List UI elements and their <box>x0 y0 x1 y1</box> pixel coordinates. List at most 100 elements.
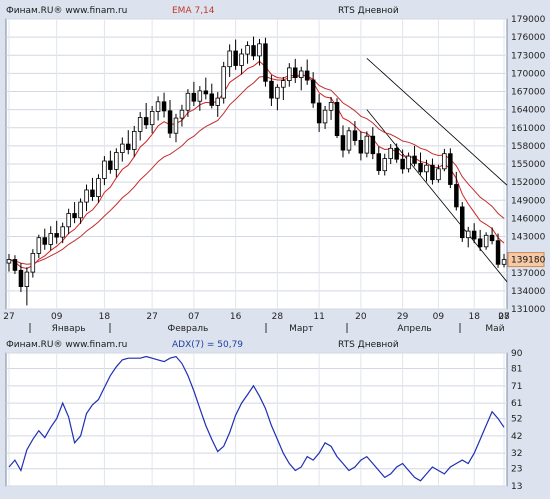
candle-body <box>465 230 471 239</box>
candle-body <box>382 158 387 172</box>
candle-body <box>257 43 262 57</box>
top-chart-title: RTS Дневной <box>338 6 399 16</box>
candle-body <box>400 158 405 170</box>
candle-body <box>72 213 77 219</box>
adx-tick-label: 32 <box>511 449 522 459</box>
last-price-label: 139180 <box>511 256 546 266</box>
candle-body <box>394 147 399 160</box>
candle-body <box>102 160 107 179</box>
candle-body <box>334 102 340 137</box>
price-tick-label: 152000 <box>511 178 546 188</box>
candle-body <box>376 153 381 171</box>
x-day-label: 08 <box>498 312 510 322</box>
chart-canvas: 131000 134000 137000 143000 146000 149000 1520… <box>3 15 546 492</box>
candle-body <box>340 135 346 151</box>
x-day-label: 11 <box>313 312 324 322</box>
x-month-label: Март <box>289 324 313 334</box>
candle-body <box>108 160 113 170</box>
adx-tick-label: 61 <box>511 399 522 409</box>
candle-body <box>173 117 179 134</box>
candle-body <box>412 155 417 164</box>
x-month-label: Февраль <box>167 324 208 334</box>
candle-body <box>454 184 459 208</box>
candle-body <box>30 252 36 273</box>
adx-tick-label: 42 <box>511 432 522 442</box>
candle-body <box>221 66 226 99</box>
candle-body <box>191 92 197 102</box>
price-tick-label: 131000 <box>511 305 546 315</box>
candle-body <box>459 206 465 239</box>
x-day-label: 16 <box>230 312 242 322</box>
price-tick-label: 167000 <box>511 88 546 98</box>
candle-body <box>131 130 137 150</box>
adx-plot-area <box>5 352 508 487</box>
price-tick-label: 173000 <box>511 51 546 61</box>
candle-body <box>346 130 352 151</box>
candle-body <box>66 213 71 228</box>
candle-body <box>209 93 214 106</box>
candle-body <box>275 86 280 99</box>
x-month-label: Апрель <box>397 324 431 334</box>
candle-body <box>477 238 483 248</box>
candle-body <box>126 143 131 150</box>
candle-body <box>90 189 95 197</box>
candle-body <box>245 45 250 55</box>
x-day-label: 09 <box>433 312 445 322</box>
candle-body <box>388 147 393 160</box>
x-day-label: 18 <box>468 312 480 322</box>
candle-body <box>149 111 155 126</box>
price-tick-label: 179000 <box>511 15 546 25</box>
x-month-label: Январь <box>52 324 86 334</box>
candle-body <box>406 155 411 170</box>
candle-body <box>197 90 203 102</box>
top-indicator-label: EMA 7,14 <box>172 6 215 16</box>
candle-body <box>114 152 119 170</box>
candle-body <box>358 139 364 154</box>
candle-body <box>42 237 48 245</box>
candle-body <box>328 102 334 111</box>
candle-body <box>489 234 495 242</box>
candle-body <box>471 230 477 240</box>
candle-body <box>12 259 18 271</box>
candle-body <box>120 143 125 154</box>
adx-tick-label: 81 <box>511 365 522 375</box>
price-tick-label: 149000 <box>511 196 546 206</box>
candle-body <box>436 168 441 181</box>
candle-body <box>501 259 507 265</box>
candle-body <box>418 162 423 173</box>
candle-body <box>96 178 101 198</box>
bottom-indicator-label: ADX(7) = 50,79 <box>172 340 244 350</box>
candle-body <box>239 53 244 66</box>
candle-body <box>281 80 286 88</box>
candle-body <box>316 102 322 124</box>
candle-body <box>442 153 447 170</box>
adx-tick-label: 90 <box>511 349 523 359</box>
candle-body <box>215 97 220 106</box>
candle-body <box>84 189 89 203</box>
price-tick-label: 176000 <box>511 33 546 43</box>
candle-body <box>54 233 59 238</box>
candle-body <box>292 67 298 79</box>
candle-body <box>483 234 489 248</box>
candle-body <box>233 50 238 66</box>
chart-window: 131000 134000 137000 143000 146000 149000 1520… <box>0 0 550 499</box>
adx-tick-label: 71 <box>511 382 522 392</box>
candle-body <box>364 135 370 154</box>
price-tick-label: 143000 <box>511 233 546 243</box>
bottom-source-label: Финам.RU® www.finam.ru <box>6 340 128 350</box>
candle-body <box>310 79 316 104</box>
price-tick-label: 137000 <box>511 269 546 279</box>
price-tick-label: 155000 <box>511 160 546 170</box>
candle-body <box>137 117 143 132</box>
candle-body <box>18 269 24 287</box>
candle-body <box>352 130 358 141</box>
candle-body <box>304 70 310 81</box>
candle-body <box>448 153 453 185</box>
candle-body <box>495 240 501 265</box>
candle-body <box>251 45 256 57</box>
candle-body <box>6 259 12 264</box>
candle-body <box>203 90 209 95</box>
bottom-chart-title: RTS Дневной <box>338 340 399 350</box>
x-day-label: 29 <box>397 312 409 322</box>
adx-tick-label: 13 <box>511 482 522 492</box>
